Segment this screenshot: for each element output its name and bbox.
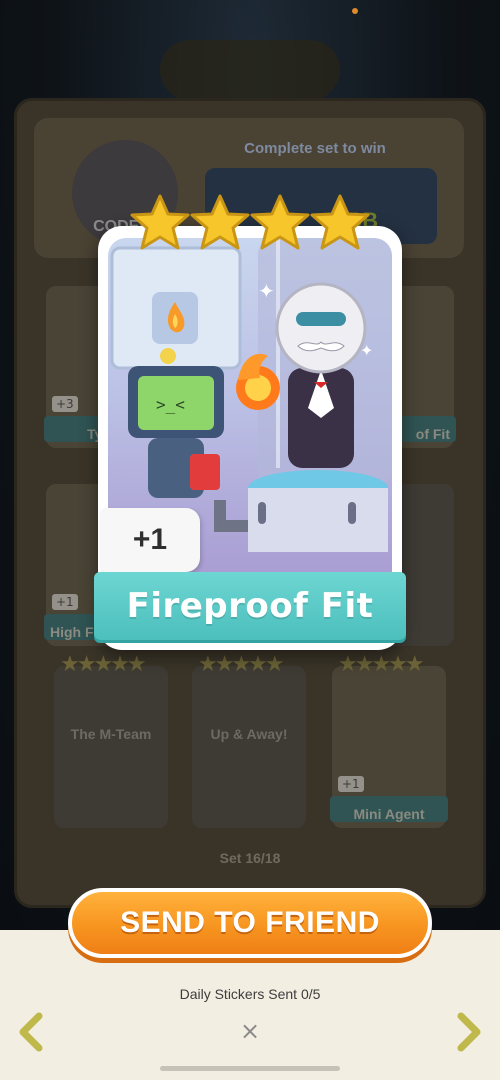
slot-label: Mini Agent: [353, 806, 425, 822]
complete-set-text: Complete set to win: [244, 140, 386, 157]
status-dot: [352, 8, 358, 14]
slot-count-badge: +3: [52, 396, 78, 412]
sticker-count-badge: +1: [100, 508, 200, 572]
chevron-left-icon: [19, 1012, 43, 1052]
sticker-name-banner: Fireproof Fit: [94, 572, 406, 640]
slot-stars: ★★★★★: [60, 652, 147, 677]
close-button[interactable]: ×: [236, 1016, 264, 1046]
svg-text:✦: ✦: [360, 341, 373, 360]
album-logo: [160, 40, 340, 100]
star-icon: [310, 194, 370, 250]
home-indicator: [160, 1066, 340, 1071]
star-icon: [130, 194, 190, 250]
send-to-friend-button[interactable]: SEND TO FRIEND: [68, 888, 432, 958]
slot-stars: ★★★★★: [338, 652, 425, 677]
sticker-slot-locked[interactable]: ★★★★★ Up & Away!: [190, 652, 308, 830]
next-sticker-button[interactable]: [450, 1010, 486, 1054]
sticker-slot[interactable]: ★★★★★ +1 Mini Agent: [330, 652, 448, 830]
chevron-right-icon: [457, 1012, 481, 1052]
daily-stickers-sent-text: Daily Stickers Sent 0/5: [179, 986, 321, 1002]
star-icon: [250, 194, 310, 250]
slot-count-badge: +1: [52, 594, 78, 610]
slot-stars: ★★★★★: [198, 652, 285, 677]
slot-label: The M-Team: [70, 726, 152, 742]
svg-text:>_<: >_<: [156, 395, 185, 414]
svg-text:✦: ✦: [258, 279, 275, 303]
previous-sticker-button[interactable]: [14, 1010, 50, 1054]
rating-stars: [130, 194, 370, 250]
sticker-slot-locked[interactable]: ★★★★★ The M-Team: [52, 652, 170, 830]
close-icon: ×: [239, 1017, 261, 1045]
slot-count-badge: +1: [338, 776, 364, 792]
slot-label: Up & Away!: [210, 726, 288, 742]
set-counter: Set 16/18: [219, 850, 281, 866]
star-icon: [190, 194, 250, 250]
